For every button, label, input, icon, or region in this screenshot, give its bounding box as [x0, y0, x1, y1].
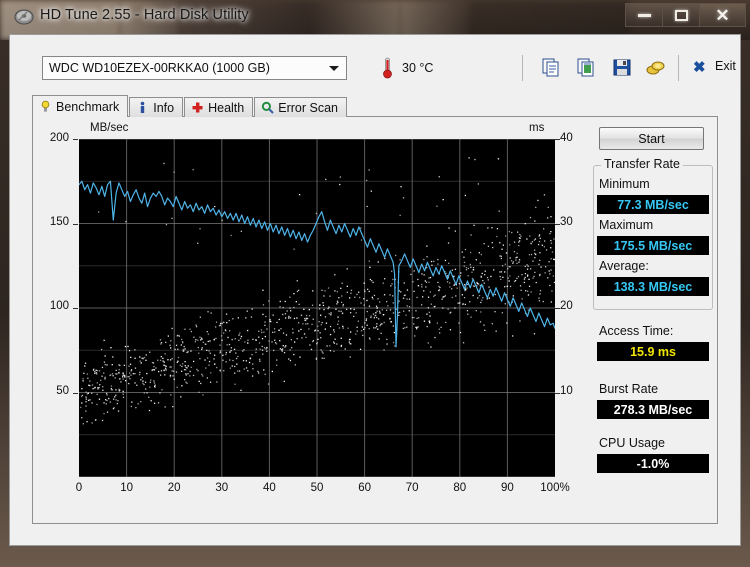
tab-benchmark[interactable]: Benchmark	[32, 95, 129, 117]
x-tick: 0	[75, 482, 83, 494]
x-tick: 40	[262, 482, 276, 494]
maximum-value-box: 175.5 MB/sec	[597, 236, 709, 255]
temperature-value: 30 °C	[402, 61, 434, 75]
benchmark-panel: MB/sec ms 200 150 100 50 40 30 20 10 0 1…	[32, 116, 718, 524]
average-label: Average:	[599, 259, 649, 273]
exit-button[interactable]: Exit	[715, 59, 736, 73]
average-value: 138.3 MB/sec	[613, 279, 693, 294]
thermometer-icon	[382, 57, 393, 79]
chevron-down-icon	[329, 66, 339, 71]
minimum-value-box: 77.3 MB/sec	[597, 195, 709, 214]
maximize-icon	[674, 9, 688, 21]
tab-bar: Benchmark Info Health Error Scan	[32, 95, 348, 117]
y-axis-unit-left: MB/sec	[90, 122, 129, 134]
minimum-label: Minimum	[599, 177, 650, 191]
close-button[interactable]: ✕	[699, 3, 746, 27]
minimize-button[interactable]	[625, 3, 662, 27]
y-tick-left: 100	[49, 300, 69, 312]
bulb-icon	[39, 100, 52, 113]
health-cross-icon	[191, 101, 204, 114]
y-tick-left: 200	[49, 132, 69, 144]
start-button[interactable]: Start	[599, 127, 704, 150]
results-panel: Start Transfer Rate Minimum 77.3 MB/sec …	[589, 121, 717, 519]
gold-coins-icon[interactable]	[645, 57, 667, 78]
y-axis-unit-right: ms	[529, 122, 545, 134]
x-tick: 20	[167, 482, 181, 494]
tab-health[interactable]: Health	[184, 97, 254, 117]
toolbar: WDC WD10EZEX-00RKKA0 (1000 GB) 30 °C ✖ E…	[30, 53, 736, 87]
transfer-rate-group-label: Transfer Rate	[601, 157, 683, 171]
info-icon	[136, 101, 149, 114]
x-tick: 10	[120, 482, 133, 494]
access-time-value-box: 15.9 ms	[597, 342, 709, 361]
client-inner: WDC WD10EZEX-00RKKA0 (1000 GB) 30 °C ✖ E…	[20, 43, 736, 537]
burst-rate-label: Burst Rate	[599, 382, 659, 396]
cpu-usage-value: -1.0%	[636, 456, 670, 471]
x-tick: 100%	[540, 482, 570, 494]
close-x-icon[interactable]: ✖	[693, 60, 706, 75]
tab-info[interactable]: Info	[129, 97, 184, 117]
cpu-usage-label: CPU Usage	[599, 436, 665, 450]
maximum-label: Maximum	[599, 218, 654, 232]
titlebar[interactable]: HD Tune 2.55 - Hard Disk Utility ✕	[0, 0, 750, 34]
access-time-value: 15.9 ms	[630, 344, 676, 359]
toolbar-separator	[522, 55, 523, 81]
x-tick: 80	[453, 482, 467, 494]
close-icon: ✕	[715, 5, 730, 25]
copy-screenshot-icon[interactable]	[575, 57, 597, 78]
maximum-value: 175.5 MB/sec	[613, 238, 693, 253]
y-tick-left: 50	[56, 385, 69, 397]
client-area: WDC WD10EZEX-00RKKA0 (1000 GB) 30 °C ✖ E…	[9, 34, 741, 546]
x-tick: 60	[358, 482, 371, 494]
drive-select-label: WDC WD10EZEX-00RKKA0 (1000 GB)	[49, 61, 270, 75]
benchmark-chart: MB/sec ms 200 150 100 50 40 30 20 10 0 1…	[35, 119, 583, 521]
x-tick: 30	[215, 482, 229, 494]
temperature-readout: 30 °C	[382, 56, 433, 80]
plot-area	[79, 139, 555, 477]
drive-select-dropdown[interactable]: WDC WD10EZEX-00RKKA0 (1000 GB)	[42, 56, 347, 80]
tab-label: Benchmark	[56, 99, 120, 114]
tab-error-scan[interactable]: Error Scan	[254, 97, 347, 117]
magnifier-icon	[261, 101, 274, 114]
toolbar-separator	[678, 55, 679, 81]
access-time-label: Access Time:	[599, 324, 674, 338]
tab-label: Info	[153, 100, 175, 115]
maximize-button[interactable]	[662, 3, 699, 27]
x-tick: 90	[500, 482, 514, 494]
copy-icon[interactable]	[540, 57, 562, 78]
x-tick: 70	[405, 482, 419, 494]
hard-disk-icon	[14, 8, 34, 26]
window-title: HD Tune 2.55 - Hard Disk Utility	[40, 7, 249, 23]
cpu-usage-value-box: -1.0%	[597, 454, 709, 473]
y-tick-left: 150	[49, 216, 69, 228]
exit-label: Exit	[715, 59, 736, 73]
average-value-box: 138.3 MB/sec	[597, 277, 709, 296]
window-controls: ✕	[625, 3, 746, 27]
tab-label: Error Scan	[278, 100, 338, 115]
burst-rate-value-box: 278.3 MB/sec	[597, 400, 709, 419]
x-tick: 50	[310, 482, 324, 494]
burst-rate-value: 278.3 MB/sec	[613, 402, 693, 417]
save-icon[interactable]	[611, 57, 633, 78]
minimize-icon	[637, 13, 651, 17]
minimum-value: 77.3 MB/sec	[617, 197, 689, 212]
app-window: HD Tune 2.55 - Hard Disk Utility ✕ WDC W…	[0, 0, 750, 567]
start-button-label: Start	[638, 131, 665, 146]
tab-label: Health	[208, 100, 245, 115]
